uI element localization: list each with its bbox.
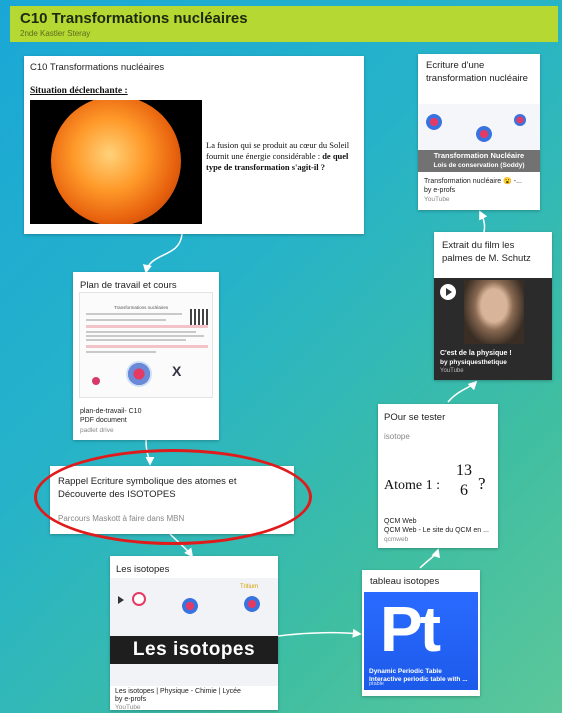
atomic-number: 6 xyxy=(460,482,468,499)
ecriture-source: YouTube xyxy=(424,196,450,203)
ecriture-author: by e-profs xyxy=(424,187,456,194)
atom-diagram-icon xyxy=(126,361,152,387)
red-annotation-ellipse xyxy=(34,449,312,545)
card-situation[interactable]: C10 Transformations nucléaires Situation… xyxy=(24,56,364,234)
card-isotopes[interactable]: Les isotopes Tritium Les isotopes Les is… xyxy=(110,556,278,711)
atom-icon xyxy=(244,596,260,612)
card-tableau[interactable]: tableau isotopes Pt Dynamic Periodic Tab… xyxy=(362,570,480,696)
nucleus-icon xyxy=(514,114,526,126)
film-still xyxy=(464,280,524,344)
card-ecriture[interactable]: Ecriture d'une transformation nucléaire … xyxy=(418,54,540,210)
isotopes-banner: Les isotopes xyxy=(110,636,278,664)
qcm-source: qcmweb xyxy=(384,536,409,543)
play-icon xyxy=(118,596,124,604)
qcm-link-title: QCM Web xyxy=(384,518,417,525)
connector-extrait-ecriture xyxy=(479,210,488,233)
extrait-video-thumbnail[interactable]: C'est de la physique ! by physiquestheti… xyxy=(434,278,552,380)
extrait-source: YouTube xyxy=(440,368,464,374)
ecriture-video-title: Transformation nucléaire 😮 -... xyxy=(424,178,522,185)
atome-label: Atome 1 : xyxy=(384,478,440,493)
sun-orb xyxy=(51,100,181,224)
connector-tableau-tester xyxy=(419,548,440,569)
situation-heading: Situation déclenchante : xyxy=(30,86,128,96)
atom-icon xyxy=(132,592,146,606)
ptable-thumbnail[interactable]: Pt Dynamic Periodic Table Interactive pe… xyxy=(364,592,478,690)
atome-notation: Atome 1 : 13 6 ? xyxy=(382,462,496,506)
ecriture-video-thumbnail[interactable]: Transformation Nucléaire Lois de conserv… xyxy=(418,104,540,172)
play-button-icon[interactable] xyxy=(440,284,456,300)
qcm-link-desc: QCM Web - Le site du QCM en ... xyxy=(384,527,489,534)
board-title: C10 Transformations nucléaires xyxy=(20,10,248,27)
isotopes-banner-text: Les isotopes xyxy=(132,639,256,660)
card-tableau-title: tableau isotopes xyxy=(370,576,440,587)
extrait-author: by physiquesthetique xyxy=(440,359,507,366)
sun-image xyxy=(30,100,202,224)
connector-isotopes-tableau xyxy=(277,628,362,638)
card-tester[interactable]: POur se tester isotope Atome 1 : 13 6 ? … xyxy=(378,404,498,548)
connector-tester-extrait xyxy=(447,380,478,403)
ecriture-ribbon: Transformation Nucléaire Lois de conserv… xyxy=(418,150,540,172)
connector-situation-plan xyxy=(143,233,183,274)
situation-text: La fusion qui se produit au cœur du Sole… xyxy=(206,140,358,173)
card-situation-title: C10 Transformations nucléaires xyxy=(30,62,165,73)
card-plan-title: Plan de travail et cours xyxy=(80,280,177,291)
atom-icon xyxy=(182,598,198,614)
card-extrait-title: Extrait du film les palmes de M. Schutz xyxy=(442,240,531,264)
x-symbol-icon: X xyxy=(172,363,182,379)
card-extrait[interactable]: Extrait du film les palmes de M. Schutz … xyxy=(434,232,552,380)
tritium-label: Tritium xyxy=(240,584,259,590)
pdf-doc-header: Transformations nucléaires xyxy=(114,305,169,310)
card-ecriture-title: Ecriture d'une transformation nucléaire xyxy=(426,60,528,84)
mass-number: 13 xyxy=(456,462,472,479)
plan-file-name: plan-de-travail- C10 xyxy=(80,408,142,415)
ecriture-ribbon-line1: Transformation Nucléaire xyxy=(433,151,525,160)
isotopes-video-thumbnail[interactable]: Tritium Les isotopes xyxy=(110,578,278,686)
nucleus-icon xyxy=(426,114,442,130)
card-tester-title: POur se tester xyxy=(384,412,446,423)
board-subtitle: 2nde Kastler Steray xyxy=(20,29,91,38)
card-isotopes-title: Les isotopes xyxy=(116,564,170,575)
particle-icon xyxy=(92,377,100,385)
question-mark: ? xyxy=(478,474,486,493)
ptable-symbol: Pt xyxy=(380,593,441,665)
card-tester-subtitle: isotope xyxy=(384,432,410,441)
ptable-caption-line1: Dynamic Periodic Table xyxy=(369,668,442,675)
pdf-thumbnail: Transformations nucléaires X xyxy=(79,292,213,398)
nucleus-icon xyxy=(476,126,492,142)
card-plan[interactable]: Plan de travail et cours Transformations… xyxy=(73,272,219,440)
ptable-source: ptable xyxy=(369,681,384,687)
ecriture-ribbon-line2: Lois de conservation (Soddy) xyxy=(433,162,525,169)
board-header: C10 Transformations nucléaires 2nde Kast… xyxy=(10,6,558,42)
plan-file-type: PDF document xyxy=(80,417,127,424)
isotopes-source: YouTube xyxy=(115,704,141,711)
plan-source: padlet drive xyxy=(80,427,114,434)
extrait-video-title: C'est de la physique ! xyxy=(440,350,512,357)
